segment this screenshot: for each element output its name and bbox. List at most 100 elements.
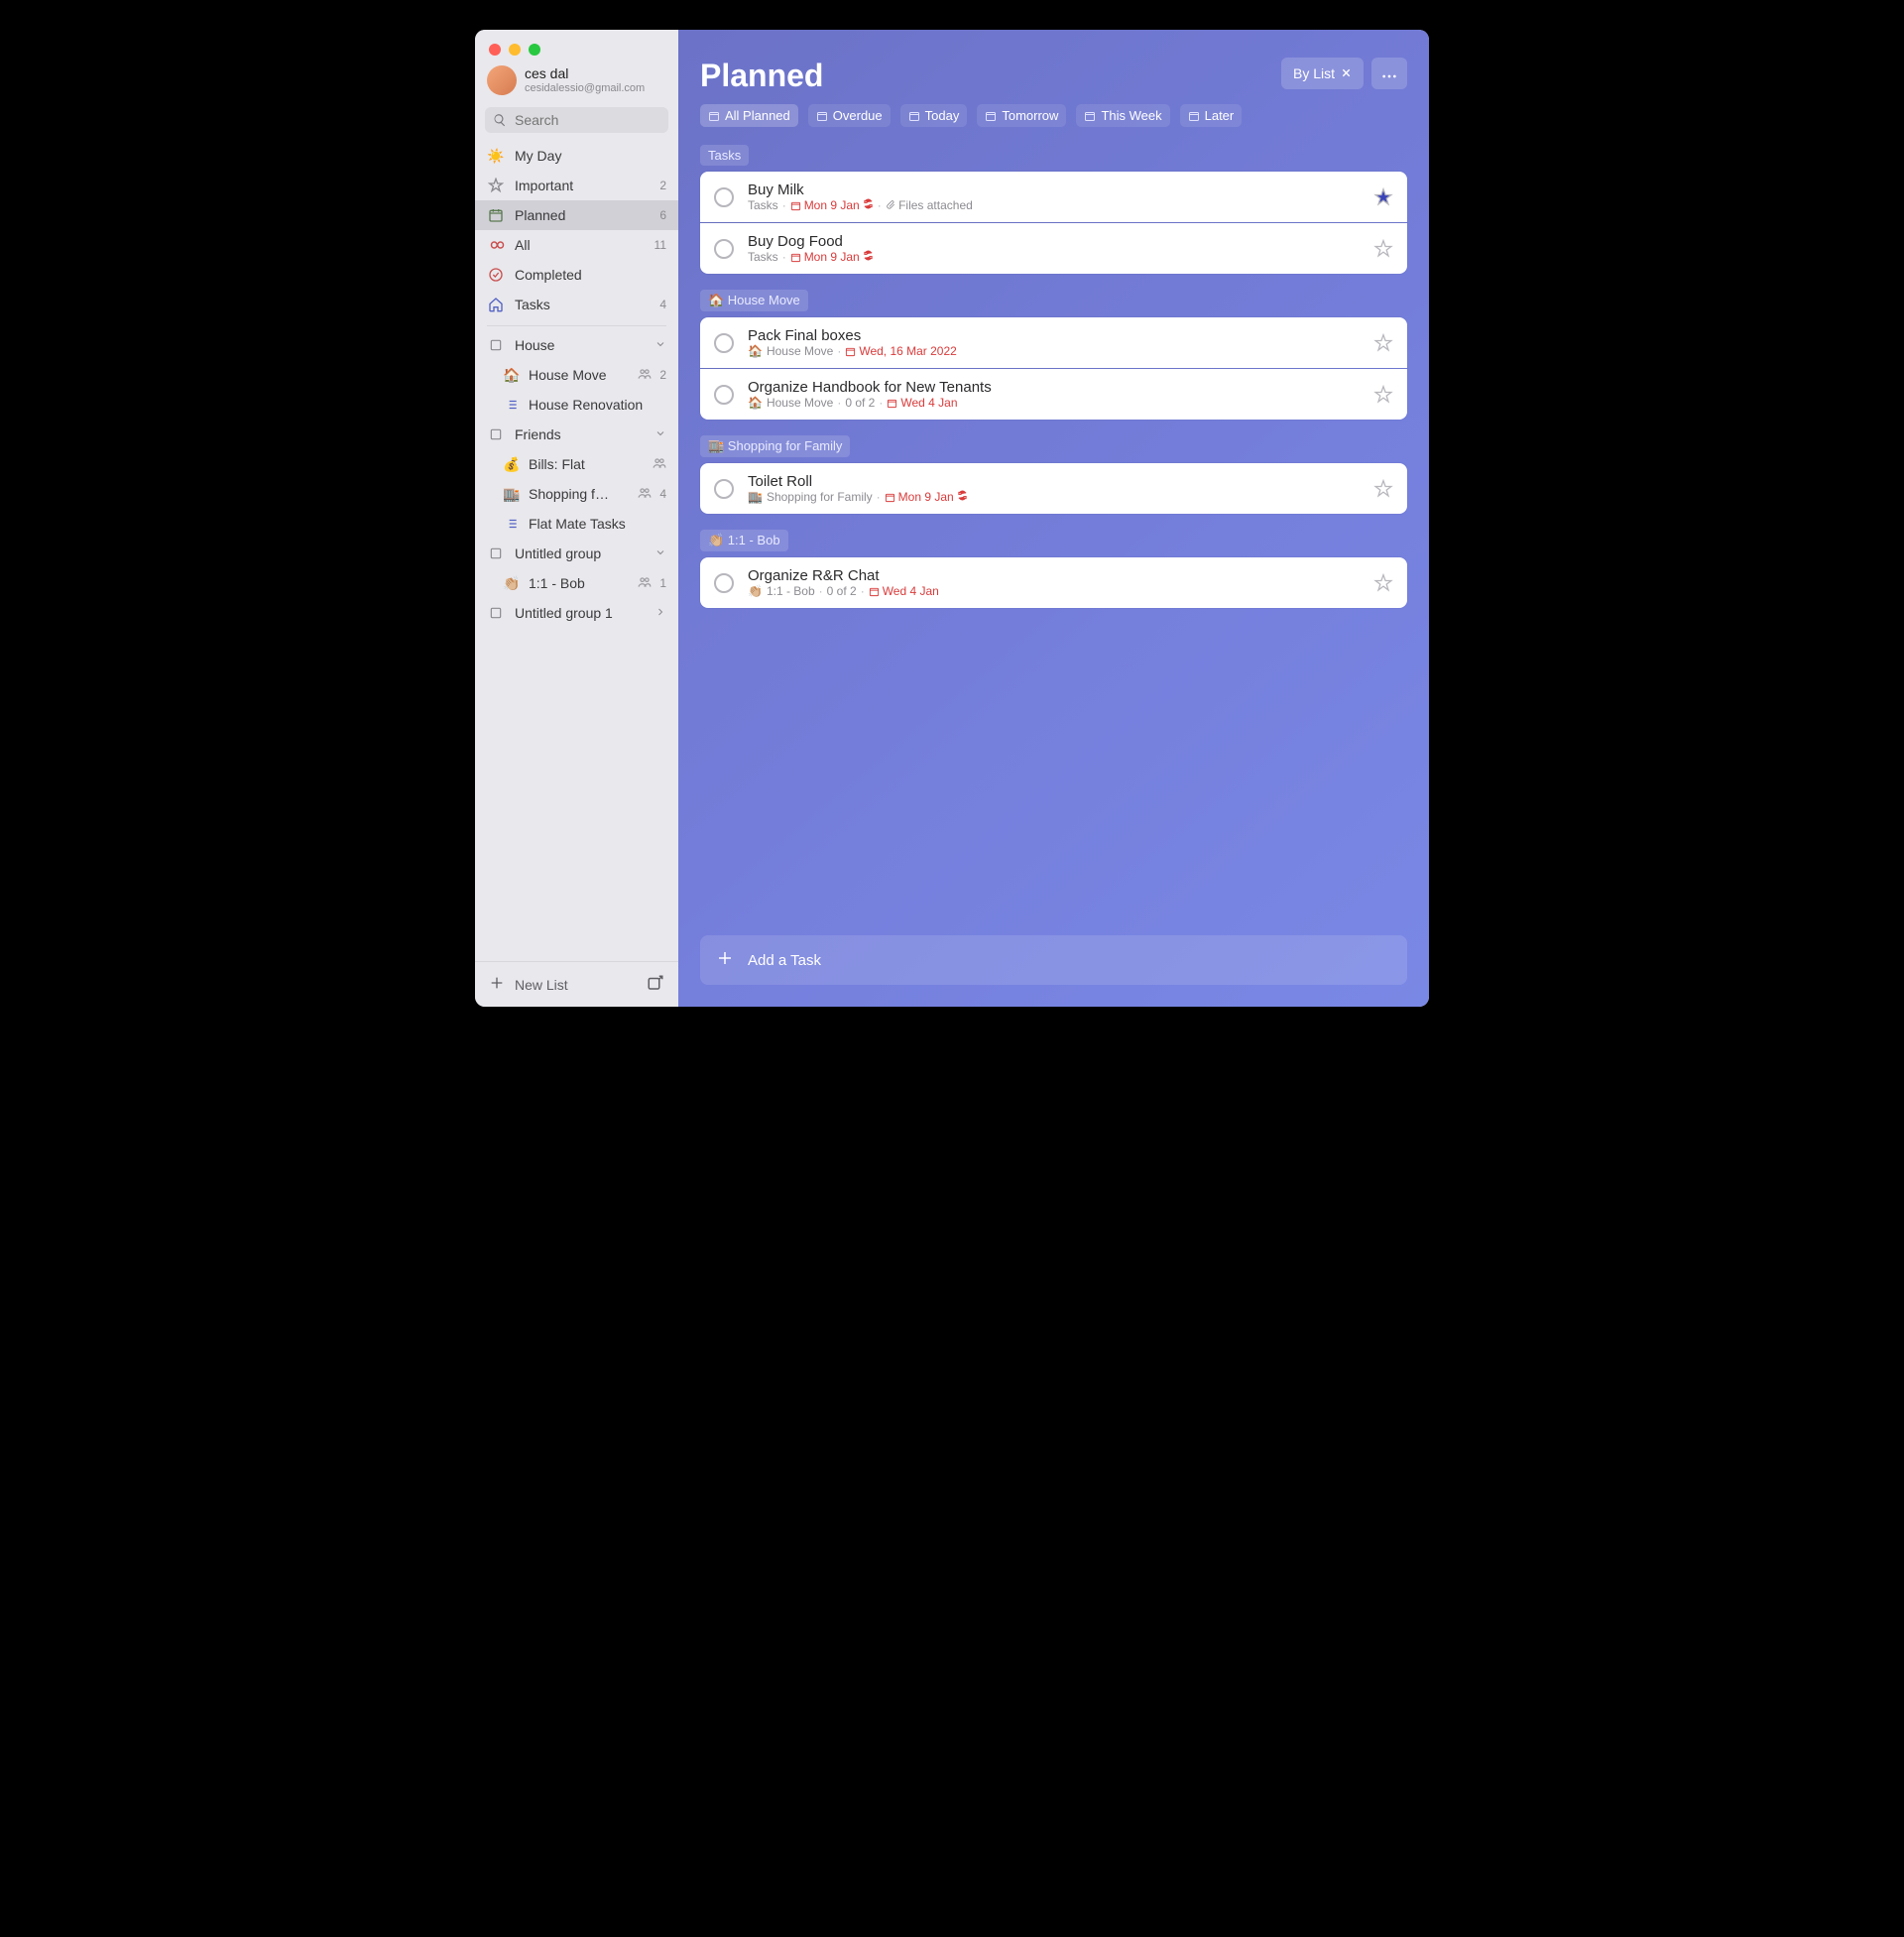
star-toggle[interactable] — [1373, 333, 1393, 353]
sidebar-item-label: Important — [515, 178, 650, 193]
sidebar-item-all[interactable]: All 11 — [475, 230, 678, 260]
count-badge: 6 — [659, 208, 666, 222]
shared-icon — [653, 456, 666, 473]
profile-email: cesidalessio@gmail.com — [525, 82, 645, 95]
sidebar: ces dal cesidalessio@gmail.com ☀️ My Day… — [475, 30, 678, 1007]
task-row[interactable]: Buy Dog Food Tasks · Mon 9 Jan — [700, 223, 1407, 274]
list-house-move[interactable]: 🏠 House Move 2 — [475, 360, 678, 390]
list-icon — [503, 398, 521, 412]
task-meta: 👏🏼 1:1 - Bob · 0 of 2 · Wed 4 Jan — [748, 584, 1360, 598]
filter-overdue[interactable]: Overdue — [808, 104, 891, 127]
profile-name: ces dal — [525, 65, 645, 82]
list-emoji: 🏠 — [503, 367, 521, 384]
filter-today[interactable]: Today — [900, 104, 968, 127]
search-box[interactable] — [485, 107, 668, 133]
sidebar-item-label: Tasks — [515, 297, 650, 312]
sidebar-item-tasks[interactable]: Tasks 4 — [475, 290, 678, 319]
complete-toggle[interactable] — [714, 479, 734, 499]
subtask-progress: 0 of 2 — [827, 584, 857, 598]
due-date: Mon 9 Jan — [790, 198, 874, 212]
search-input[interactable] — [515, 112, 660, 128]
list-house-renovation[interactable]: House Renovation — [475, 390, 678, 420]
new-list-button[interactable]: New List — [489, 975, 568, 994]
task-row[interactable]: Organize R&R Chat 👏🏼 1:1 - Bob · 0 of 2 … — [700, 557, 1407, 608]
list-emoji: 🏬 — [503, 486, 521, 503]
folder-untitled-group-1[interactable]: Untitled group 1 — [475, 598, 678, 628]
star-toggle[interactable] — [1373, 239, 1393, 259]
group-label-tasks[interactable]: Tasks — [700, 145, 749, 166]
sidebar-item-important[interactable]: Important 2 — [475, 171, 678, 200]
filter-tomorrow[interactable]: Tomorrow — [977, 104, 1066, 127]
folder-friends[interactable]: Friends — [475, 420, 678, 449]
shared-icon — [638, 575, 652, 592]
search-icon — [493, 113, 507, 127]
task-list-name: Tasks — [748, 198, 778, 212]
group-label-house-move[interactable]: 🏠 House Move — [700, 290, 808, 311]
list-shopping-family[interactable]: 🏬 Shopping f… 4 — [475, 479, 678, 509]
star-toggle[interactable] — [1373, 573, 1393, 593]
complete-toggle[interactable] — [714, 573, 734, 593]
folder-untitled-group[interactable]: Untitled group — [475, 539, 678, 568]
group-label-bob[interactable]: 👏🏼 1:1 - Bob — [700, 530, 788, 551]
star-toggle[interactable] — [1373, 479, 1393, 499]
chevron-down-icon — [654, 545, 666, 561]
complete-toggle[interactable] — [714, 187, 734, 207]
home-icon — [487, 297, 505, 312]
plus-icon — [489, 975, 505, 994]
folder-label: House — [515, 337, 645, 353]
task-row[interactable]: Pack Final boxes 🏠 House Move · Wed, 16 … — [700, 317, 1407, 368]
task-row[interactable]: Toilet Roll 🏬 Shopping for Family · Mon … — [700, 463, 1407, 514]
filter-all-planned[interactable]: All Planned — [700, 104, 798, 127]
list-flat-mate-tasks[interactable]: Flat Mate Tasks — [475, 509, 678, 539]
filter-this-week[interactable]: This Week — [1076, 104, 1169, 127]
plus-icon — [716, 949, 734, 971]
close-window-button[interactable] — [489, 44, 501, 56]
filter-label: Tomorrow — [1002, 108, 1058, 123]
list-label: Flat Mate Tasks — [529, 516, 666, 532]
date-filter-bar: All Planned Overdue Today Tomorrow This … — [678, 94, 1429, 137]
list-bills-flat[interactable]: 💰 Bills: Flat — [475, 449, 678, 479]
complete-toggle[interactable] — [714, 239, 734, 259]
maximize-window-button[interactable] — [529, 44, 540, 56]
count-badge: 4 — [659, 487, 666, 501]
star-toggle[interactable] — [1373, 385, 1393, 405]
task-list-name: Shopping for Family — [767, 490, 873, 504]
due-date: Mon 9 Jan — [790, 250, 874, 264]
shared-icon — [638, 367, 652, 384]
count-badge: 1 — [659, 576, 666, 590]
sort-by-list-button[interactable]: By List — [1281, 58, 1364, 89]
add-task-input[interactable]: Add a Task — [700, 935, 1407, 985]
more-options-button[interactable] — [1371, 58, 1407, 89]
sidebar-item-completed[interactable]: Completed — [475, 260, 678, 290]
chevron-down-icon — [654, 426, 666, 442]
task-row[interactable]: Organize Handbook for New Tenants 🏠 Hous… — [700, 369, 1407, 420]
complete-toggle[interactable] — [714, 385, 734, 405]
chevron-right-icon — [654, 605, 666, 621]
sidebar-item-label: Planned — [515, 207, 650, 223]
close-icon[interactable] — [1341, 65, 1352, 81]
ellipsis-icon — [1381, 65, 1397, 81]
task-row[interactable]: Buy Milk Tasks · Mon 9 Jan · Files attac… — [700, 172, 1407, 222]
complete-toggle[interactable] — [714, 333, 734, 353]
main-pane: Planned By List All Planned Overdue Toda… — [678, 30, 1429, 1007]
folder-label: Untitled group 1 — [515, 605, 645, 621]
new-group-button[interactable] — [647, 974, 664, 995]
list-1-1-bob[interactable]: 👏🏼 1:1 - Bob 1 — [475, 568, 678, 598]
profile-section[interactable]: ces dal cesidalessio@gmail.com — [475, 65, 678, 105]
task-title: Buy Milk — [748, 182, 1360, 198]
folder-label: Friends — [515, 426, 645, 442]
list-emoji: 👏🏼 — [503, 575, 521, 592]
task-list-name: House Move — [767, 344, 833, 358]
task-title: Toilet Roll — [748, 473, 1360, 490]
list-label: Shopping f… — [529, 486, 630, 502]
group-label-shopping[interactable]: 🏬 Shopping for Family — [700, 435, 850, 457]
star-toggle[interactable] — [1373, 187, 1393, 207]
task-title: Pack Final boxes — [748, 327, 1360, 344]
sidebar-item-planned[interactable]: Planned 6 — [475, 200, 678, 230]
sidebar-item-myday[interactable]: ☀️ My Day — [475, 141, 678, 171]
page-title: Planned — [700, 58, 823, 94]
folder-icon — [487, 338, 505, 352]
folder-house[interactable]: House — [475, 330, 678, 360]
minimize-window-button[interactable] — [509, 44, 521, 56]
filter-later[interactable]: Later — [1180, 104, 1243, 127]
